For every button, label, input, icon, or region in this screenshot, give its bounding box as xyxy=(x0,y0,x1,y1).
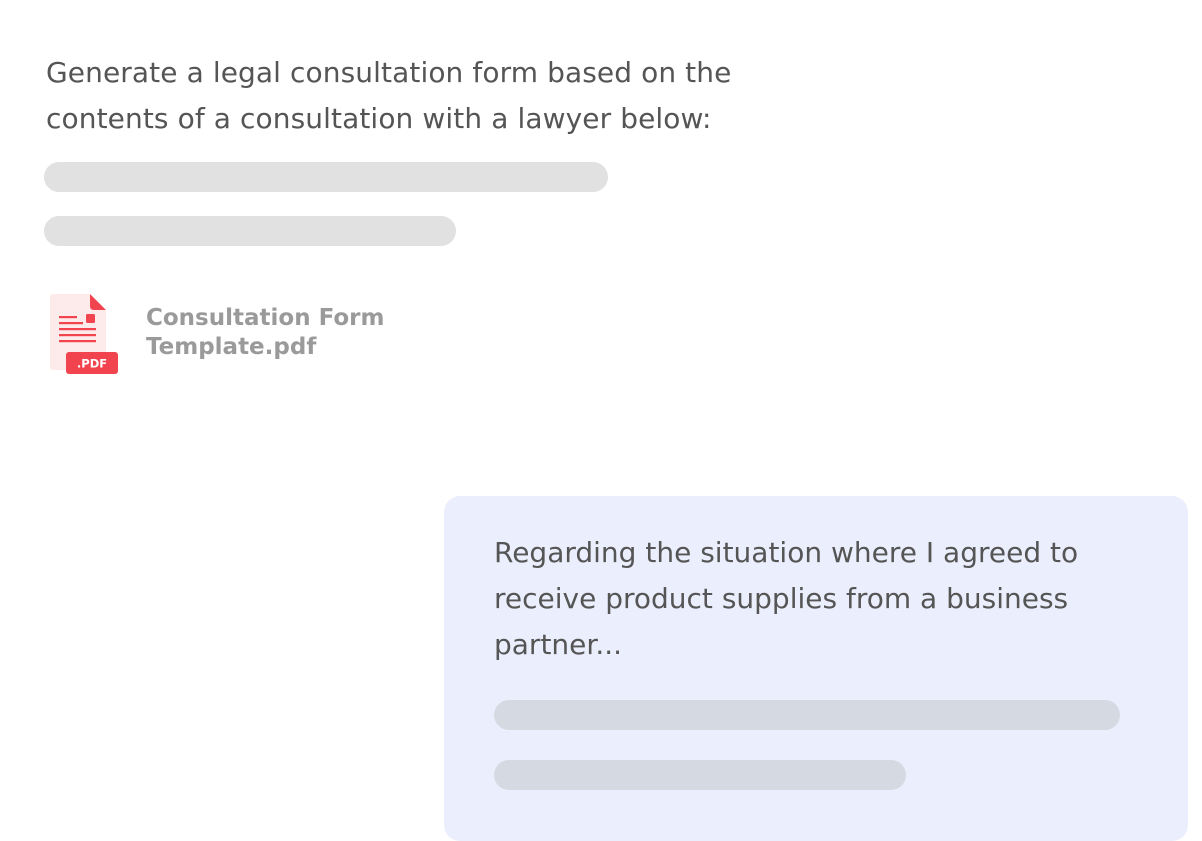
pdf-file-icon: .PDF xyxy=(50,294,118,374)
attachment-file-name[interactable]: Consultation Form Template.pdf xyxy=(146,304,446,362)
loading-placeholder-line xyxy=(494,700,1120,730)
reply-message-text: Regarding the situation where I agreed t… xyxy=(494,536,1079,661)
loading-placeholder-line xyxy=(44,216,456,246)
reply-message-bubble: Regarding the situation where I agreed t… xyxy=(444,496,1188,841)
prompt-message: Generate a legal consultation form based… xyxy=(46,56,732,135)
loading-placeholder-line xyxy=(44,162,608,192)
loading-placeholder-line xyxy=(494,760,906,790)
file-attachment[interactable]: .PDF Consultation Form Template.pdf xyxy=(50,294,430,378)
pdf-badge-label: .PDF xyxy=(77,357,107,371)
